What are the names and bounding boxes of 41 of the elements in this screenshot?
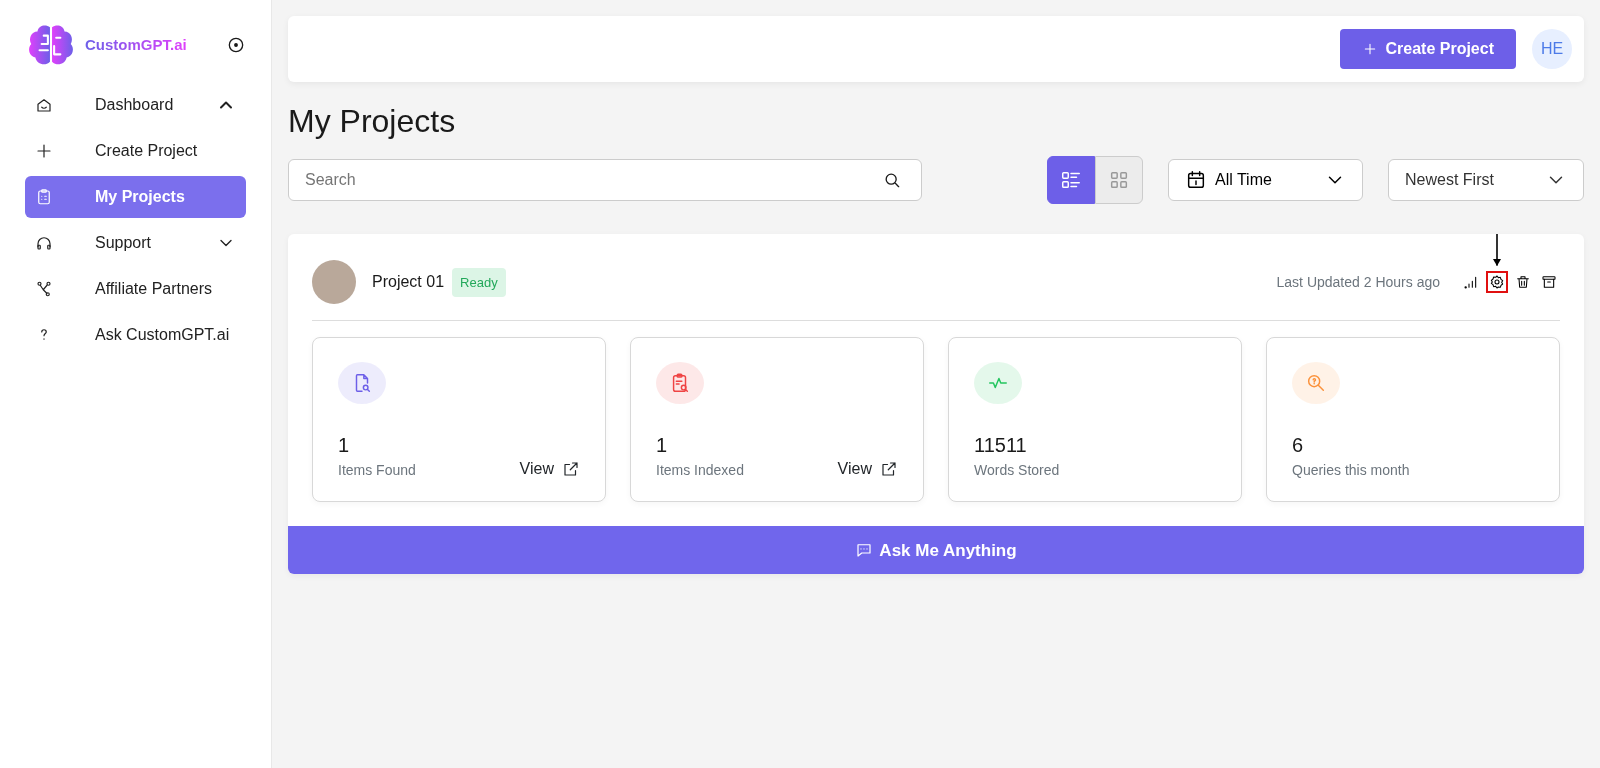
home-icon [35,96,53,114]
external-link-icon [562,460,580,479]
ask-me-anything-button[interactable]: Ask Me Anything [288,526,1584,575]
signal-bars-icon [1463,274,1479,291]
stat-label: Items Found [338,461,416,481]
stat-label: Queries this month [1292,461,1410,481]
sort-dropdown[interactable]: Newest First [1388,159,1584,202]
sidebar-item[interactable]: Affiliate Partners [25,268,246,310]
circle-dot-icon[interactable] [226,35,246,55]
stat-label: Words Stored [974,461,1060,481]
settings-icon [1489,274,1505,291]
page-title: My Projects [288,102,457,141]
stat-value: 6 [1292,433,1305,459]
plus-icon [35,142,53,160]
status-badge: Ready [452,267,506,298]
archive-box-icon [1541,274,1557,291]
settings-button[interactable] [1486,271,1508,294]
view-link[interactable]: View [519,457,580,482]
stat-value: 1 [338,433,351,459]
sidebar-item[interactable]: Create Project [25,130,246,172]
sidebar-item[interactable]: Dashboard [25,84,246,126]
stat-label: Items Indexed [656,461,744,481]
list-view-button[interactable] [1047,156,1095,205]
project-name[interactable]: Project 01 [372,270,445,295]
sidebar-item[interactable]: Ask CustomGPT.ai [25,314,246,356]
search-field[interactable]: Search [288,159,922,202]
trash-icon [1515,274,1531,291]
sidebar-item[interactable]: My Projects [25,176,246,218]
stat-value: 1 [656,433,669,459]
profile-photo-placeholder [312,260,356,305]
external-link-icon [880,460,898,479]
down-arrow-icon [1491,234,1503,268]
clipboard-icon [35,188,53,206]
nodes-icon [35,280,53,298]
headphones-icon [35,234,53,252]
create-project-button[interactable]: Create Project [1339,29,1516,69]
last-updated-text: Last Updated 2 Hours ago [1276,272,1440,292]
sidebar-item[interactable]: Support [25,222,246,264]
date-filter-dropdown[interactable]: All Time [1168,159,1363,202]
stat-value: 11511 [974,433,1028,459]
view-link[interactable]: View [837,457,898,482]
